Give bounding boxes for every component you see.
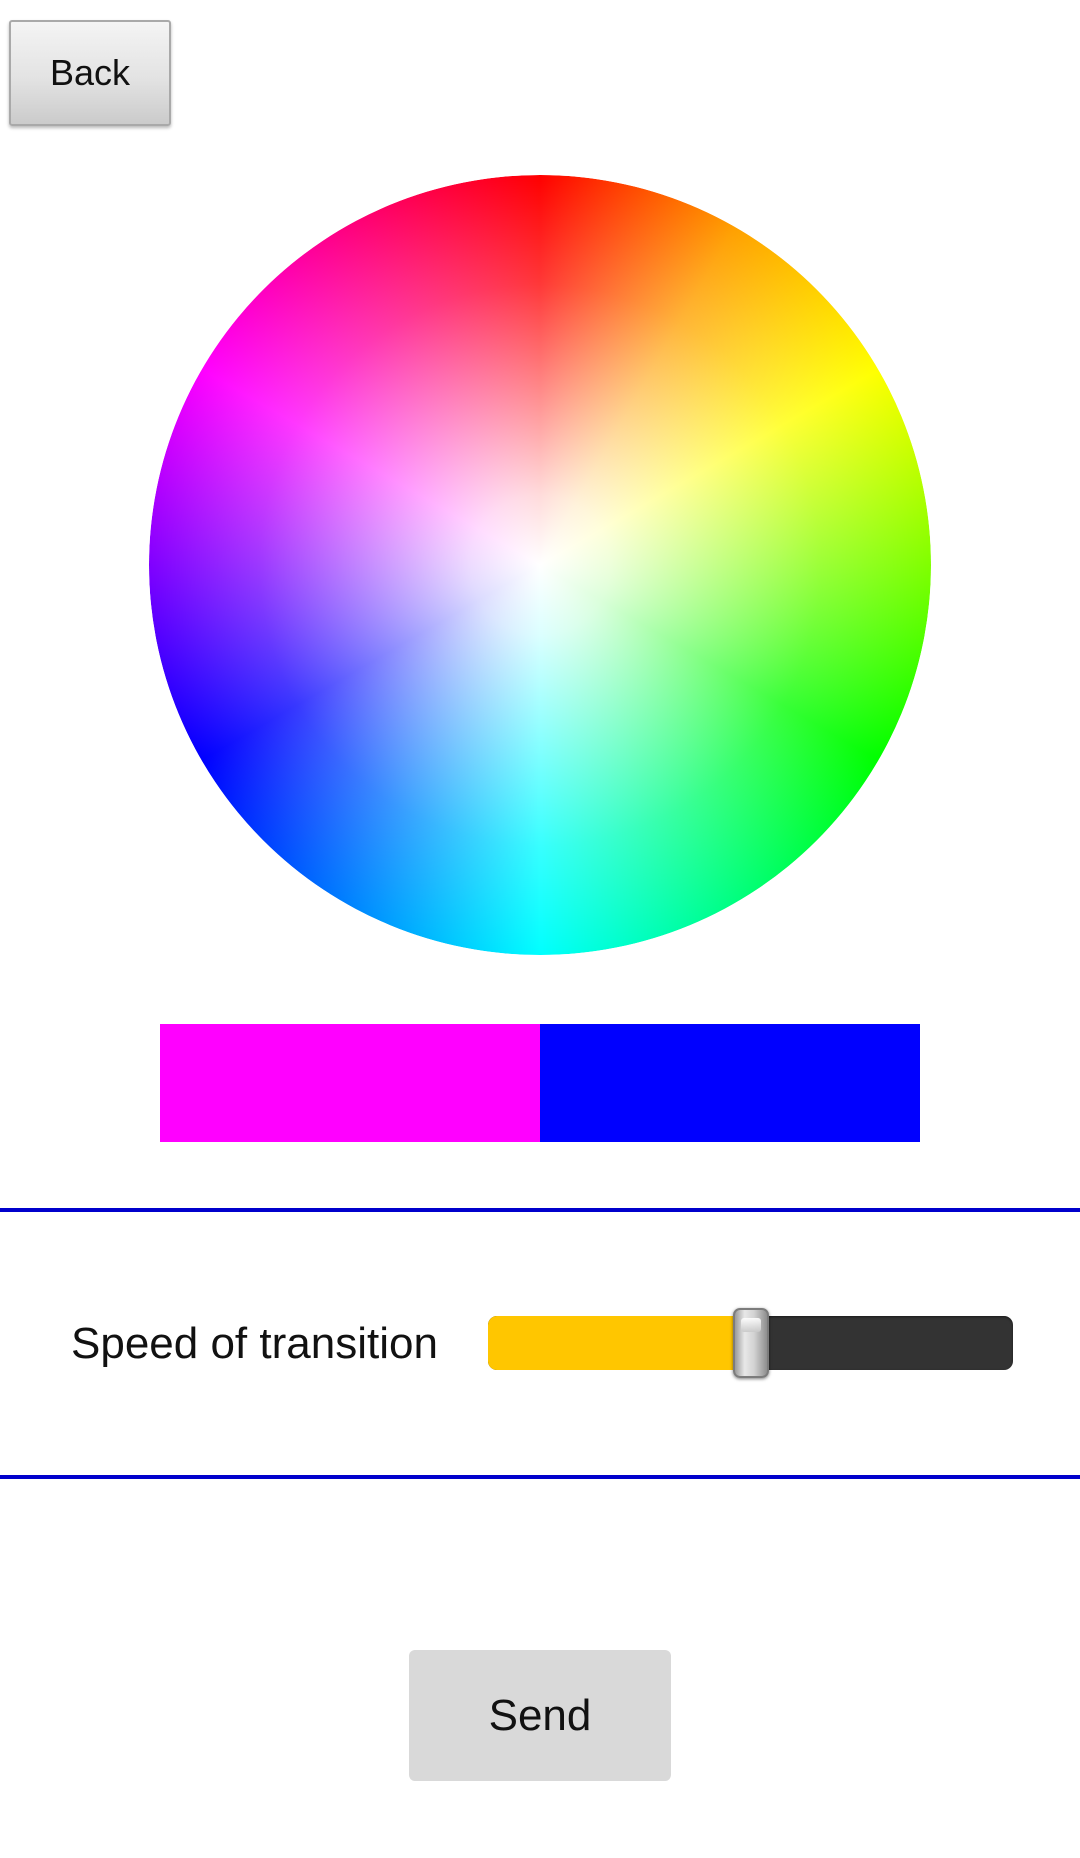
slider-fill	[488, 1316, 751, 1370]
speed-label: Speed of transition	[71, 1319, 438, 1368]
send-button[interactable]: Send	[409, 1650, 671, 1781]
divider-top	[0, 1208, 1080, 1212]
back-button[interactable]: Back	[9, 20, 171, 126]
selected-colors-preview	[160, 1024, 920, 1142]
saturation-center	[149, 175, 931, 955]
divider-bottom	[0, 1475, 1080, 1479]
color-wheel[interactable]	[149, 175, 931, 955]
color-swatch-second[interactable]	[540, 1024, 920, 1142]
speed-slider[interactable]	[488, 1308, 1013, 1378]
color-swatch-first[interactable]	[160, 1024, 540, 1142]
slider-thumb[interactable]	[732, 1308, 769, 1378]
